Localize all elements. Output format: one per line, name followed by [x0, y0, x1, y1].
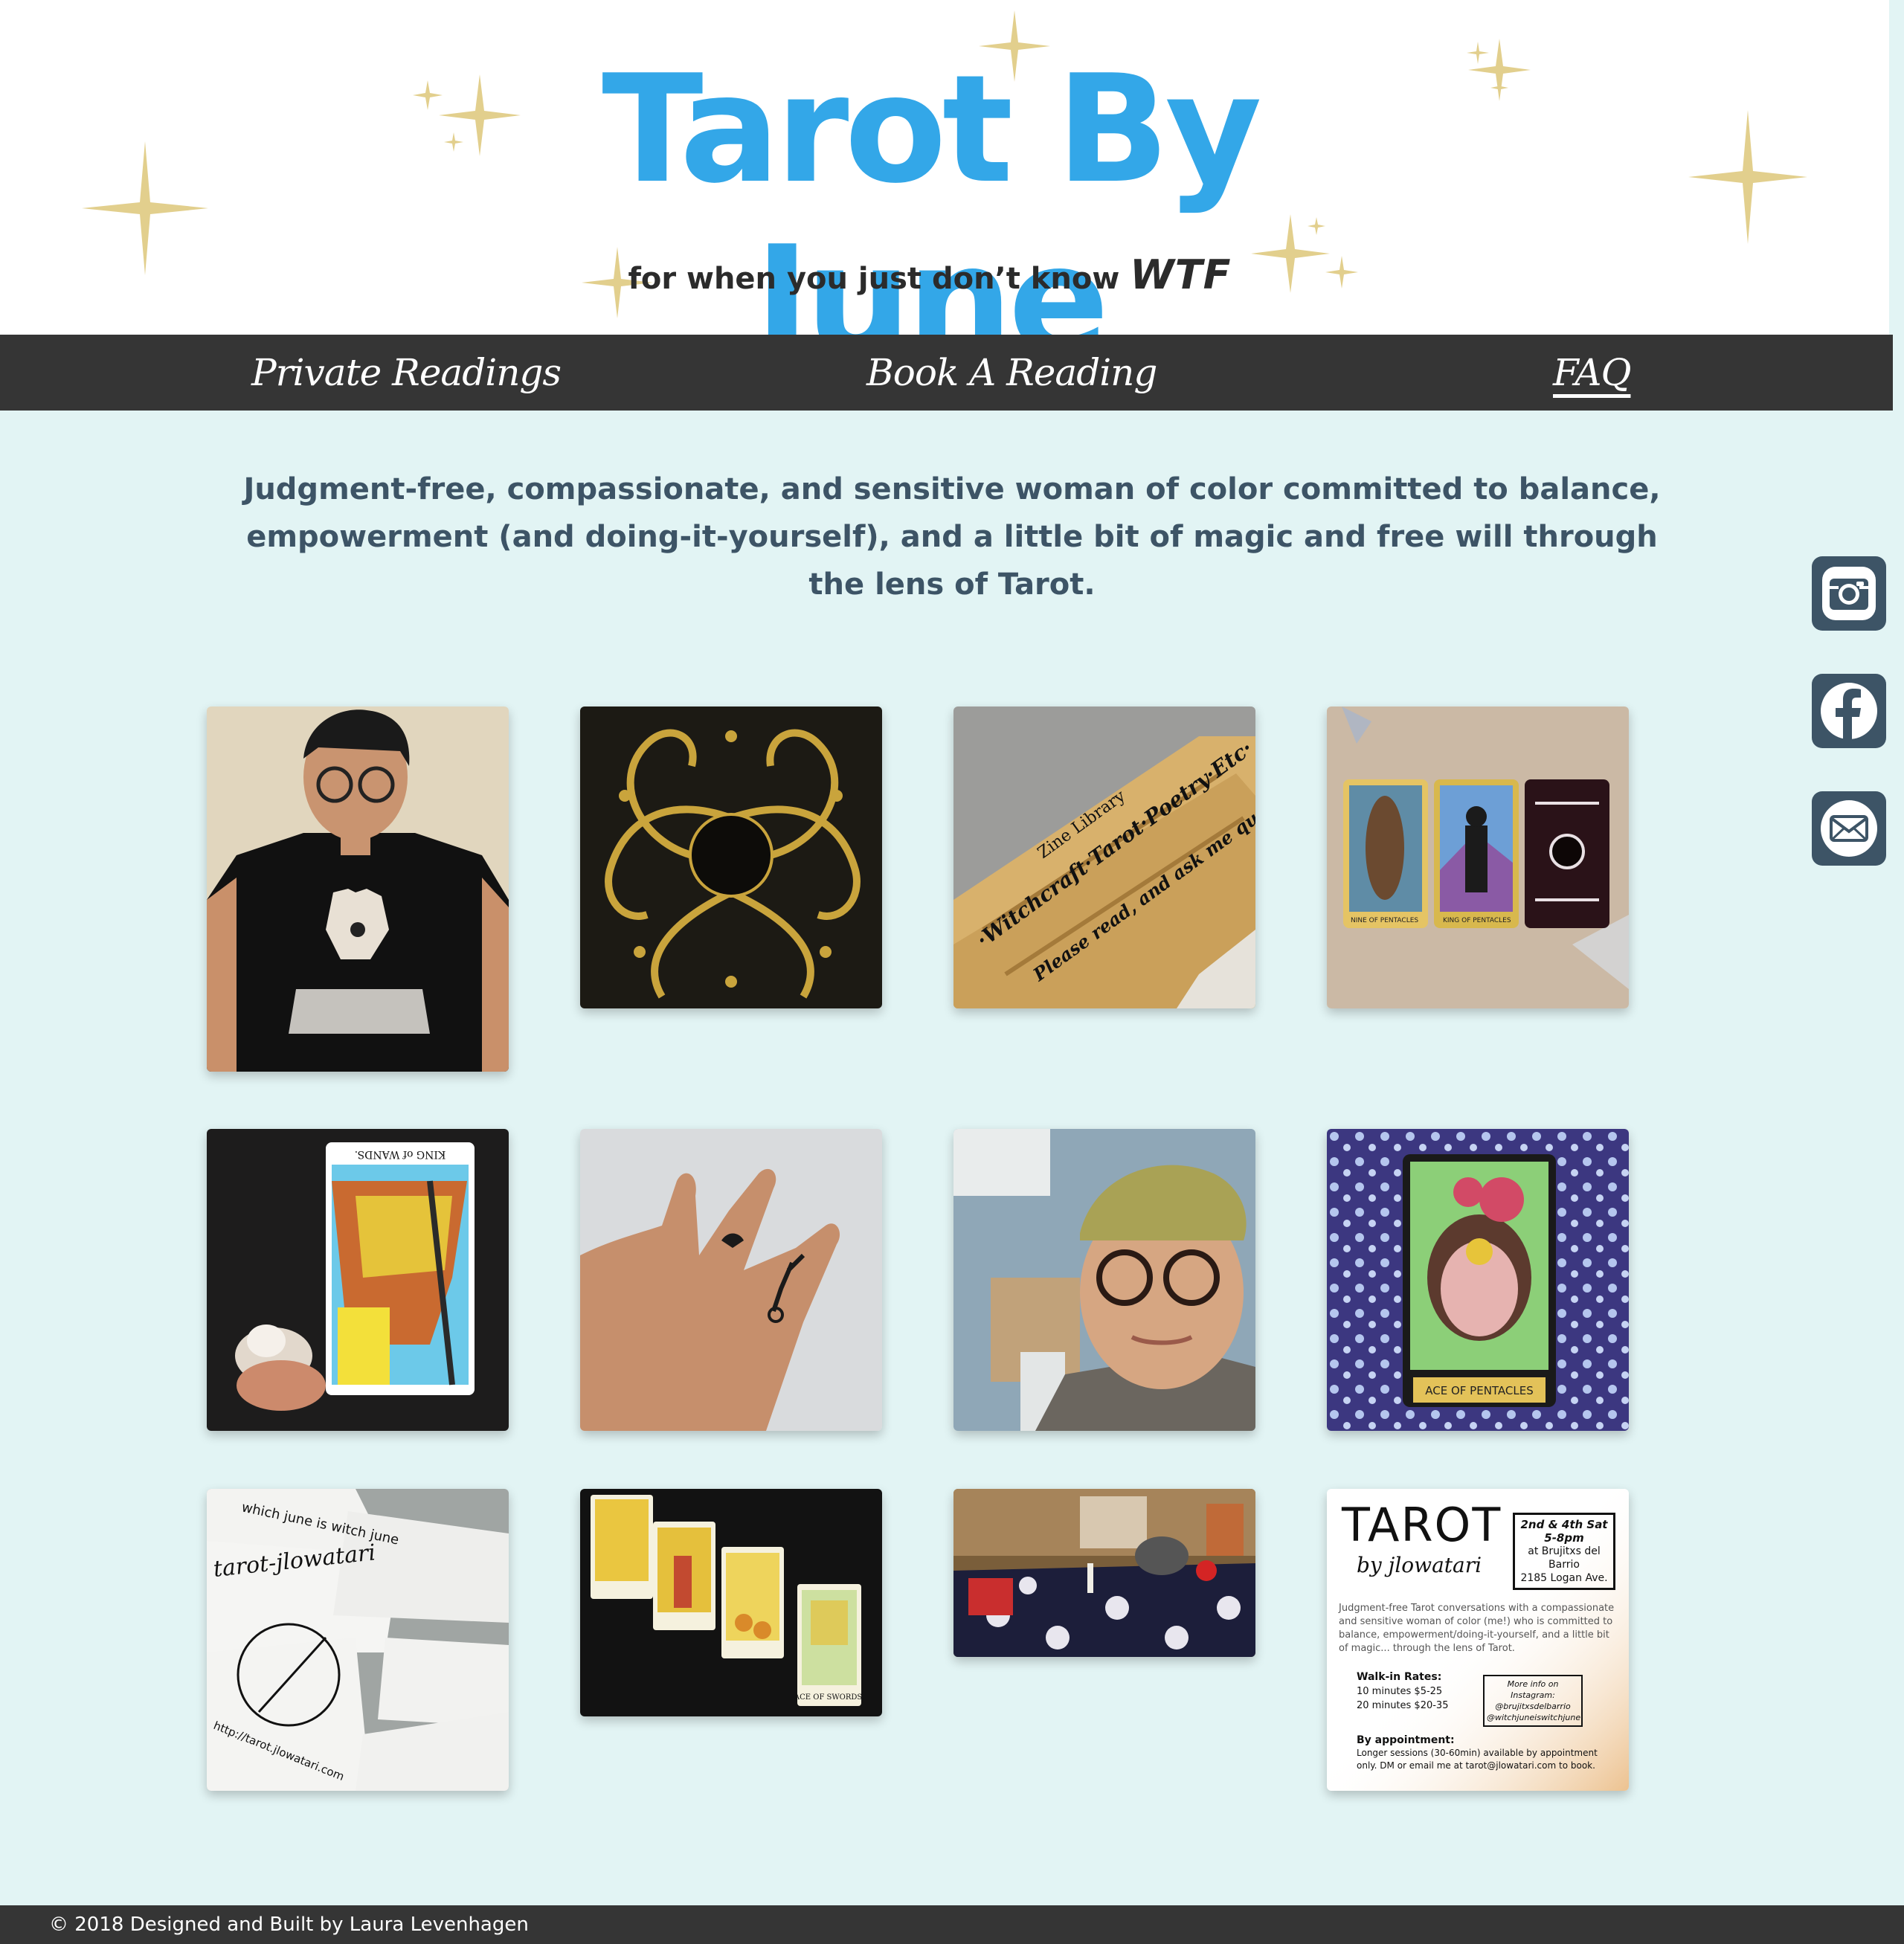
- instagram-icon: [1822, 567, 1876, 620]
- tagline-emphasis: WTF: [1130, 251, 1232, 298]
- sparkle-star-icon: [82, 141, 208, 275]
- photo-selfie-hamsa-shirt[interactable]: [207, 707, 509, 1072]
- tagline-text: for when you just don’t know: [628, 262, 1120, 296]
- photo-zine-library-sign[interactable]: Zine Library ·Witchcraft·Tarot·Poetry·Et…: [953, 707, 1255, 1008]
- card-label-ace-pentacles: ACE OF PENTACLES: [1425, 1384, 1534, 1397]
- tagline: for when you just don’t know WTF: [521, 249, 1339, 305]
- email-icon: [1821, 800, 1877, 857]
- card-label-king-pentacles: KING OF PENTACLES: [1443, 917, 1511, 924]
- card-label-king-wands: KING of WANDS.: [355, 1148, 446, 1160]
- sparkle-star-icon: [1688, 110, 1807, 244]
- flyer-appointment: By appointment: Longer sessions (30-60mi…: [1357, 1734, 1617, 1772]
- flyer-time: 5-8pm: [1544, 1531, 1584, 1545]
- flyer-title: TAROT: [1342, 1498, 1502, 1552]
- flyer-description: Judgment-free Tarot conversations with a…: [1339, 1603, 1615, 1654]
- nav-faq[interactable]: FAQ: [1553, 335, 1631, 411]
- flyer-venue: at Brujitxs del Barrio: [1528, 1545, 1601, 1571]
- flyer-insta-1: @brujitxsdelbarrio: [1495, 1702, 1571, 1711]
- flyer-rate-20: 20 minutes $20-35: [1357, 1700, 1449, 1711]
- sparkle-star-icon: [413, 80, 443, 110]
- photo-gold-card-back[interactable]: [580, 707, 882, 1008]
- sparkle-star-icon: [1467, 42, 1489, 64]
- facebook-link[interactable]: [1812, 674, 1886, 748]
- nav-book-a-reading[interactable]: Book A Reading: [866, 335, 1157, 411]
- photo-four-cards[interactable]: ACE OF SWORDS.: [580, 1489, 882, 1716]
- photo-event-flyer[interactable]: TAROT by jlowatari 2nd & 4th Sat 5-8pm a…: [1327, 1489, 1629, 1791]
- flyer-date-box: 2nd & 4th Sat 5-8pm at Brujitxs del Barr…: [1513, 1513, 1615, 1590]
- site-footer: © 2018 Designed and Built by Laura Leven…: [0, 1905, 1904, 1944]
- photo-altar[interactable]: [953, 1489, 1255, 1657]
- photo-business-cards[interactable]: which june is witch june tarot-jlowatari…: [207, 1489, 509, 1791]
- flyer-address: 2185 Logan Ave.: [1520, 1572, 1608, 1584]
- card-label-ace-swords: ACE OF SWORDS.: [794, 1693, 864, 1702]
- photo-king-of-wands[interactable]: KING of WANDS.: [207, 1129, 509, 1431]
- main-nav: Private Readings Book A Reading FAQ: [0, 335, 1893, 411]
- instagram-link[interactable]: [1812, 556, 1886, 631]
- photo-ace-of-pentacles[interactable]: ACE OF PENTACLES: [1327, 1129, 1629, 1431]
- sparkle-star-icon: [1490, 79, 1508, 97]
- flyer-dates: 2nd & 4th Sat: [1520, 1518, 1608, 1531]
- flyer-rate-10: 10 minutes $5-25: [1357, 1686, 1443, 1697]
- footer-credit: © 2018 Designed and Built by Laura Leven…: [49, 1914, 529, 1936]
- flyer-instagram-box: More info on Instagram: @brujitxsdelbarr…: [1483, 1675, 1583, 1727]
- flyer-walkin-heading: Walk-in Rates:: [1357, 1671, 1442, 1683]
- flyer-insta-heading: More info on Instagram:: [1507, 1679, 1559, 1700]
- photo-three-cards[interactable]: NINE OF PENTACLES KING OF PENTACLES: [1327, 707, 1629, 1008]
- facebook-icon: [1821, 683, 1877, 739]
- flyer-appt-heading: By appointment:: [1357, 1734, 1455, 1746]
- flyer-walkin-rates: Walk-in Rates: 10 minutes $5-25 20 minut…: [1357, 1670, 1448, 1713]
- intro-text: Judgment-free, compassionate, and sensit…: [243, 472, 1661, 602]
- email-link[interactable]: [1812, 791, 1886, 866]
- flyer-subtitle: by jlowatari: [1357, 1553, 1482, 1577]
- card-label-nine-pentacles: NINE OF PENTACLES: [1351, 917, 1418, 924]
- flyer-appt-text: Longer sessions (30-60min) available by …: [1357, 1748, 1598, 1771]
- site-header: Tarot By June for when you just don’t kn…: [0, 0, 1889, 387]
- flyer-insta-2: @witchjuneiswitchjune: [1487, 1713, 1581, 1722]
- sparkle-star-icon: [444, 132, 463, 152]
- photo-finger-tattoos[interactable]: [580, 1129, 882, 1431]
- photo-selfie-beanie[interactable]: [953, 1129, 1255, 1431]
- nav-private-readings[interactable]: Private Readings: [251, 335, 562, 411]
